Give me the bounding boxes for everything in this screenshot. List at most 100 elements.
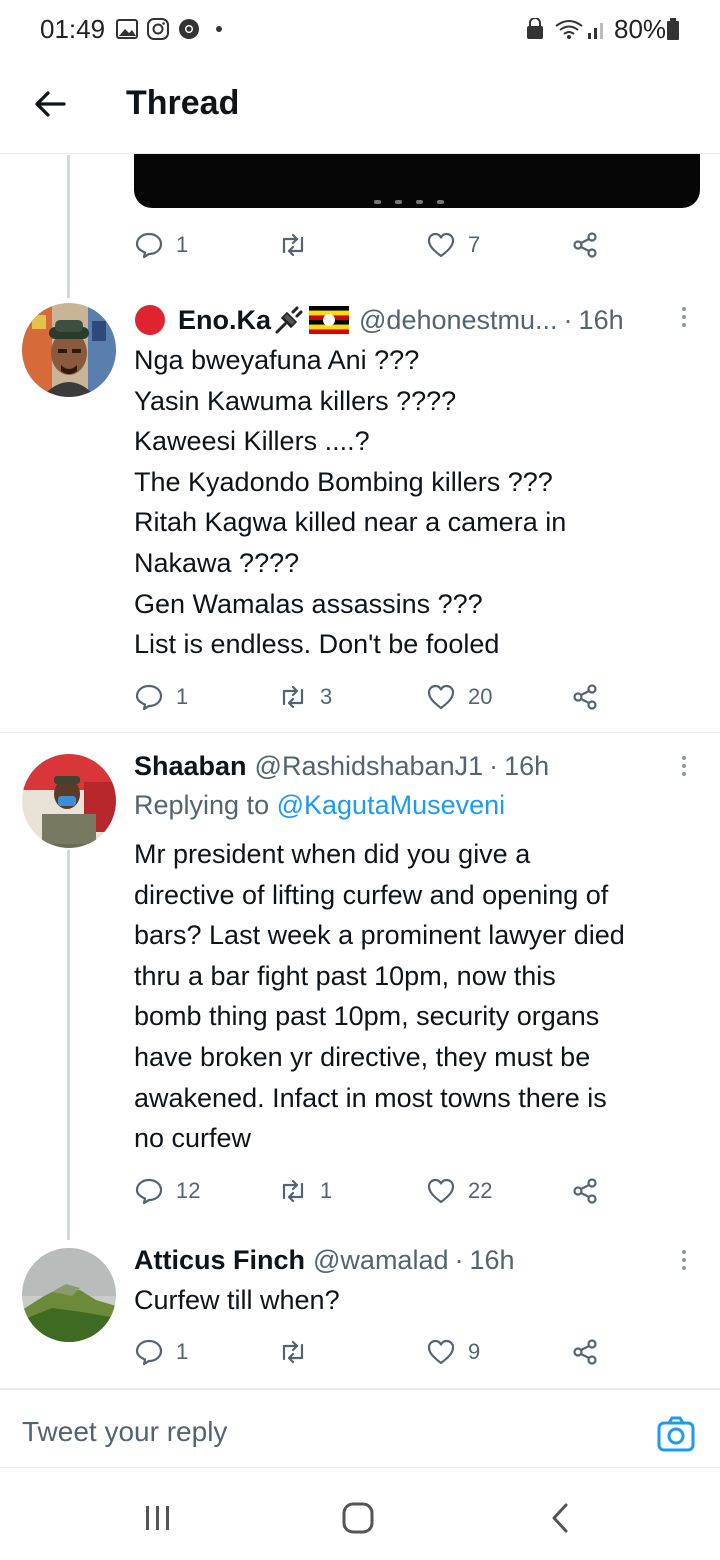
tweet-line: no curfew bbox=[134, 1123, 252, 1154]
replying-to: Replying to @KagutaMuseveni bbox=[134, 790, 505, 821]
like-count: 9 bbox=[468, 1339, 481, 1364]
share-button[interactable] bbox=[570, 677, 600, 717]
retweet-icon bbox=[282, 1340, 304, 1364]
tweet-line: awakened. Infact in most towns there is bbox=[134, 1082, 607, 1113]
share-button[interactable] bbox=[570, 1171, 600, 1211]
signal-icon bbox=[588, 23, 603, 39]
tweet-line: Yasin Kawuma killers ???? bbox=[134, 385, 457, 416]
reply-icon bbox=[135, 1178, 163, 1205]
like-button[interactable]: 20 bbox=[426, 677, 492, 717]
author-handle[interactable]: @dehonestmu... bbox=[359, 305, 558, 336]
tweet-text: Mr president when did you give a directi… bbox=[134, 834, 704, 1159]
author-handle[interactable]: @wamalad bbox=[313, 1245, 448, 1276]
tweet-line: have broken yr directive, they must be bbox=[134, 1041, 591, 1072]
avatar[interactable] bbox=[22, 303, 116, 397]
heart-icon bbox=[427, 1178, 455, 1204]
reply-button[interactable]: 1 bbox=[134, 677, 188, 717]
heart-icon bbox=[427, 232, 455, 258]
tweet-media[interactable] bbox=[134, 154, 700, 208]
author-handle[interactable]: @RashidshabanJ1 bbox=[255, 751, 484, 782]
tweet-line: List is endless. Don't be fooled bbox=[134, 629, 500, 660]
instagram-icon bbox=[147, 18, 169, 40]
avatar[interactable] bbox=[22, 1248, 116, 1342]
divider bbox=[0, 732, 720, 733]
more-options-button[interactable] bbox=[674, 1240, 694, 1280]
reply-count: 1 bbox=[176, 684, 189, 709]
uganda-flag-icon bbox=[309, 306, 350, 334]
tweet-line: thru a bar fight past 10pm, now this bbox=[134, 960, 556, 991]
gallery-icon bbox=[116, 19, 138, 39]
like-button[interactable]: 7 bbox=[426, 225, 480, 265]
retweet-icon bbox=[282, 685, 304, 709]
arrow-left-icon[interactable] bbox=[30, 84, 70, 124]
tweet-time[interactable]: 16h bbox=[579, 305, 624, 336]
back-icon[interactable] bbox=[540, 1500, 580, 1536]
reply-count: 12 bbox=[176, 1178, 201, 1203]
status-time: 01:49 bbox=[40, 14, 106, 44]
chrome-icon bbox=[179, 19, 199, 39]
dot-icon bbox=[216, 26, 222, 32]
recent-apps-icon[interactable] bbox=[138, 1500, 178, 1536]
more-options-button[interactable] bbox=[674, 746, 694, 786]
tweet-line: Nakawa ???? bbox=[134, 547, 300, 578]
reply-button[interactable]: 12 bbox=[134, 1171, 200, 1211]
tweet-line: bars? Last week a prominent lawyer died bbox=[134, 920, 625, 951]
battery-percent: 80% bbox=[614, 14, 667, 44]
retweet-count: 3 bbox=[320, 684, 333, 709]
retweet-button[interactable]: 3 bbox=[278, 677, 332, 717]
thread-header: Thread bbox=[0, 60, 720, 154]
tweet-line: Gen Wamalas assassins ??? bbox=[134, 588, 483, 619]
like-button[interactable]: 9 bbox=[426, 1332, 480, 1372]
more-options-button[interactable] bbox=[674, 297, 694, 337]
author-name[interactable]: Shaaban bbox=[134, 751, 247, 782]
tweet-line: directive of lifting curfew and opening … bbox=[134, 879, 609, 910]
reply-button[interactable]: 1 bbox=[134, 225, 188, 265]
share-icon bbox=[573, 1178, 597, 1204]
like-count: 7 bbox=[468, 232, 481, 257]
share-icon bbox=[573, 1339, 597, 1365]
tweet-time[interactable]: 16h bbox=[504, 751, 549, 782]
share-button[interactable] bbox=[570, 225, 600, 265]
tweet-actions: 1 7 bbox=[134, 225, 614, 265]
reply-icon bbox=[135, 1339, 163, 1366]
tweet-line: Nga bweyafuna Ani ??? bbox=[134, 345, 420, 375]
author-name[interactable]: Atticus Finch bbox=[134, 1245, 305, 1276]
battery-icon bbox=[667, 18, 679, 40]
tweet-time[interactable]: 16h bbox=[469, 1245, 514, 1276]
like-button[interactable]: 22 bbox=[426, 1171, 492, 1211]
reply-button[interactable]: 1 bbox=[134, 1332, 188, 1372]
reply-input[interactable] bbox=[22, 1414, 622, 1450]
wifi-icon bbox=[555, 20, 583, 39]
tweet-line: The Kyadondo Bombing killers ??? bbox=[134, 466, 553, 497]
share-button[interactable] bbox=[570, 1332, 600, 1372]
page-title: Thread bbox=[126, 84, 240, 122]
tweet-actions: 12 1 22 bbox=[134, 1171, 614, 1211]
retweet-button[interactable]: 1 bbox=[278, 1171, 332, 1211]
retweet-icon bbox=[282, 233, 304, 257]
tweet-header: Atticus Finch @wamalad · 16h bbox=[134, 1244, 515, 1276]
camera-icon[interactable] bbox=[656, 1414, 696, 1454]
share-icon bbox=[573, 684, 597, 710]
like-count: 20 bbox=[468, 684, 493, 709]
thread-line bbox=[67, 850, 70, 1240]
heart-icon bbox=[427, 1339, 455, 1365]
reply-composer bbox=[0, 1388, 720, 1468]
replying-label: Replying to bbox=[134, 790, 270, 820]
retweet-count: 1 bbox=[320, 1178, 333, 1203]
avatar[interactable] bbox=[22, 754, 116, 848]
lock-icon bbox=[527, 18, 543, 39]
tweet-line: Curfew till when? bbox=[134, 1285, 340, 1315]
tweet-header: Shaaban @RashidshabanJ1 · 16h bbox=[134, 750, 550, 782]
tweet-header: Eno.Ka @dehonestmu... · 16h bbox=[134, 300, 624, 340]
home-icon[interactable] bbox=[338, 1500, 378, 1536]
tweet-text: Curfew till when? bbox=[134, 1280, 704, 1321]
mentioned-user-link[interactable]: @KagutaMuseveni bbox=[277, 790, 506, 820]
author-name[interactable]: Eno.Ka bbox=[178, 305, 271, 336]
tweet-actions: 1 3 20 bbox=[134, 677, 614, 717]
heart-icon bbox=[427, 684, 455, 710]
reply-count: 1 bbox=[176, 232, 189, 257]
retweet-button[interactable] bbox=[278, 225, 320, 265]
reply-icon bbox=[135, 684, 163, 711]
retweet-button[interactable] bbox=[278, 1332, 320, 1372]
retweet-icon bbox=[282, 1179, 304, 1203]
